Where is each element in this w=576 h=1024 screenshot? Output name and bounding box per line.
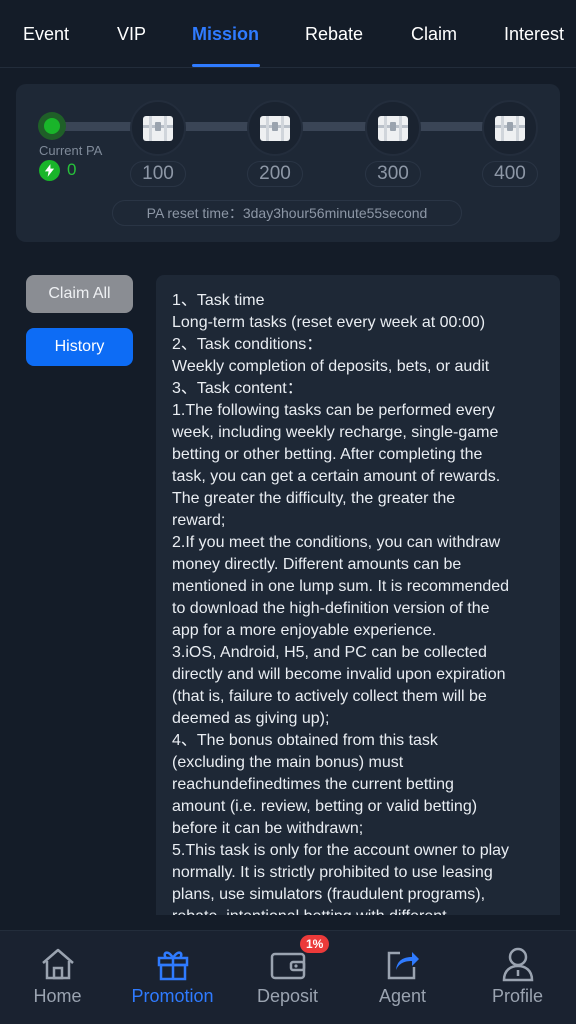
share-icon	[387, 951, 419, 980]
task-rules-line: Long-term tasks (reset every week at 00:…	[172, 314, 486, 331]
nav-agent-label: Agent	[378, 986, 427, 1006]
task-rules-panel[interactable]: 1、Task time Long-term tasks (reset every …	[156, 275, 560, 915]
task-rules-line: plans, use simulators (fraudulent progra…	[172, 886, 486, 903]
nav-agent[interactable]: Agent	[345, 931, 460, 1024]
milestone-label: 200	[247, 161, 303, 187]
task-rules-line: 4、The bonus obtained from this task	[172, 732, 438, 749]
milestone-label: 100	[130, 161, 186, 187]
tab-vip[interactable]: VIP	[117, 0, 146, 68]
task-rules-text: 1、Task time Long-term tasks (reset every …	[172, 290, 550, 915]
task-rules-line: Weekly completion of deposits, bets, or …	[172, 358, 490, 375]
history-button[interactable]: History	[26, 328, 133, 366]
lightning-bolt-icon	[39, 160, 60, 181]
task-rules-line: task, you can get a certain amount of re…	[172, 468, 501, 485]
tab-claim[interactable]: Claim	[411, 0, 457, 68]
nav-home[interactable]: Home	[0, 931, 115, 1024]
task-rules-line: normally. It is strictly prohibited to u…	[172, 864, 493, 881]
home-icon	[41, 948, 74, 980]
tab-interest[interactable]: Interest	[504, 0, 564, 68]
pa-reset-time: PA reset time：3day3hour56minute55second	[112, 200, 462, 226]
treasure-chest-icon[interactable]	[482, 100, 538, 156]
task-rules-line: betting or other betting. After completi…	[172, 446, 483, 463]
task-rules-line: mentioned in one lump sum. It is recomme…	[172, 578, 510, 595]
task-rules-line: 3、Task content：	[172, 380, 303, 397]
task-rules-line: (excluding the main bonus) must	[172, 754, 404, 771]
task-rules-line: 3.iOS, Android, H5, and PC can be collec…	[172, 644, 487, 661]
task-rules-line: The greater the difficulty, the greater …	[172, 490, 456, 507]
task-rules-line: deemed as giving up);	[172, 710, 330, 727]
treasure-chest-icon[interactable]	[130, 100, 186, 156]
nav-promotion-label: Promotion	[131, 986, 214, 1006]
treasure-chest-icon[interactable]	[365, 100, 421, 156]
task-rules-line: (that is, failure to actively collect th…	[172, 688, 487, 705]
current-pa-label: Current PA	[39, 143, 103, 158]
profile-icon	[502, 947, 533, 982]
task-rules-line: week, including weekly recharge, single-…	[172, 424, 499, 441]
bottom-nav-bar: Home Promotion 1% Deposit Agent Profile	[0, 930, 576, 1024]
deposit-bonus-badge: 1%	[300, 935, 330, 953]
task-rules-line: 1、Task time	[172, 292, 265, 309]
tab-rebate[interactable]: Rebate	[305, 0, 363, 68]
nav-promotion[interactable]: Promotion	[115, 931, 230, 1024]
milestone-label: 300	[365, 161, 421, 187]
task-rules-line: 2、Task conditions：	[172, 336, 323, 353]
milestone-label: 400	[482, 161, 538, 187]
claim-all-button[interactable]: Claim All	[26, 275, 133, 313]
nav-home-label: Home	[33, 986, 82, 1006]
task-rules-line: before it can be withdrawn;	[172, 820, 364, 837]
task-rules-line: amount (i.e. review, betting or valid be…	[172, 798, 478, 815]
task-rules-line: reward;	[172, 512, 226, 529]
active-tab-indicator	[192, 64, 260, 67]
top-tab-bar: Event VIP Mission Rebate Claim Interest	[0, 0, 576, 68]
task-rules-line: app for a more enjoyable experience.	[172, 622, 437, 639]
task-rules-line: to download the high-definition version …	[172, 600, 490, 617]
nav-profile-label: Profile	[491, 986, 544, 1006]
nav-deposit-label: Deposit	[256, 986, 319, 1006]
pa-progress-start-dot	[38, 112, 66, 140]
treasure-chest-icon[interactable]	[247, 100, 303, 156]
gift-icon	[157, 951, 188, 981]
task-rules-line: directly and will become invalid upon ex…	[172, 666, 506, 683]
current-pa-value: 0	[67, 160, 77, 179]
nav-profile[interactable]: Profile	[460, 931, 575, 1024]
wallet-icon	[270, 952, 305, 980]
tab-mission[interactable]: Mission	[192, 0, 259, 68]
task-rules-line: rebate, intentional betting with differe…	[172, 906, 550, 915]
task-rules-line: 5.This task is only for the account owne…	[172, 842, 510, 859]
tab-event[interactable]: Event	[23, 0, 69, 68]
task-rules-line: 2.If you meet the conditions, you can wi…	[172, 534, 501, 551]
task-rules-line: 1.The following tasks can be performed e…	[172, 402, 495, 419]
task-rules-line: money directly. Different amounts can be	[172, 556, 462, 573]
nav-deposit[interactable]: 1% Deposit	[230, 931, 345, 1024]
task-rules-line: reachundefinedtimes the current betting	[172, 776, 454, 793]
